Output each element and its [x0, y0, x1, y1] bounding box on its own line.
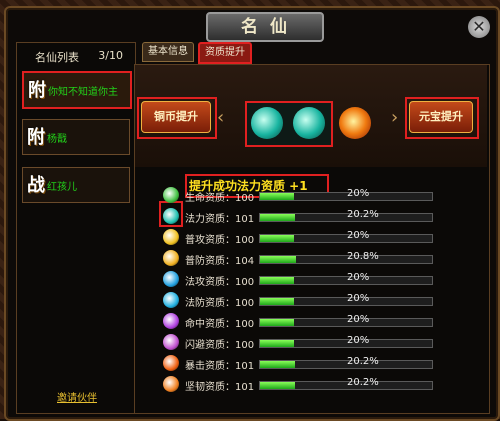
- aptitude-row: 法攻资质：100 20%: [163, 271, 483, 289]
- aptitude-orb-icon: [163, 229, 179, 245]
- aptitude-percent: 20%: [347, 335, 370, 346]
- aptitude-progress-bar: [259, 234, 433, 243]
- aptitude-percent: 20%: [347, 272, 370, 283]
- immortal-list-panel: 名仙列表 3/10 附 你知不知道你主 附 杨戬 战 红孩儿 邀请伙伴: [16, 42, 136, 414]
- aptitude-percent: 20.2%: [347, 209, 379, 220]
- aptitude-orb-icon: [163, 271, 179, 287]
- window-title: 名仙: [206, 12, 324, 42]
- aptitude-progress-fill: [260, 298, 295, 305]
- aptitude-label: 闪避资质：100: [185, 340, 255, 351]
- immortal-name: 杨戬: [47, 134, 67, 145]
- aptitude-percent: 20%: [347, 293, 370, 304]
- aptitude-percent: 20.8%: [347, 251, 379, 262]
- aptitude-row: 法力资质：101 20.2%: [163, 208, 483, 226]
- aptitude-label: 普防资质：104: [185, 256, 255, 267]
- aptitude-progress-fill: [260, 235, 295, 242]
- aptitude-label: 普攻资质：100: [185, 235, 255, 246]
- aptitude-row: 普攻资质：100 20%: [163, 229, 483, 247]
- aptitude-progress-fill: [260, 319, 295, 326]
- tab-aptitude-upgrade[interactable]: 资质提升: [198, 42, 252, 64]
- immortal-window: 名仙 ✕ 名仙列表 3/10 附 你知不知道你主 附 杨戬 战 红孩儿 邀请伙伴…: [4, 6, 500, 421]
- list-item[interactable]: 战 红孩儿: [22, 167, 130, 203]
- aptitude-progress-bar: [259, 318, 433, 327]
- aptitude-progress-bar: [259, 276, 433, 285]
- aptitude-progress-bar: [259, 339, 433, 348]
- list-title: 名仙列表: [35, 51, 79, 64]
- yuanbao-upgrade-button[interactable]: 元宝提升: [409, 101, 473, 133]
- aptitude-progress-fill: [260, 193, 295, 200]
- aptitude-label: 命中资质：100: [185, 319, 255, 330]
- fire-orb-icon[interactable]: [339, 107, 371, 139]
- aptitude-label: 坚韧资质：101: [185, 382, 255, 393]
- aptitude-percent: 20%: [347, 230, 370, 241]
- aptitude-row: 闪避资质：100 20%: [163, 334, 483, 352]
- aptitude-progress-bar: [259, 360, 433, 369]
- aptitude-row: 生命资质：100 20%: [163, 187, 483, 205]
- aptitude-orb-icon: [163, 187, 179, 203]
- aptitude-row: 暴击资质：101 20.2%: [163, 355, 483, 373]
- list-item[interactable]: 附 杨戬: [22, 119, 130, 155]
- list-item[interactable]: 附 你知不知道你主: [22, 71, 132, 109]
- aptitude-orb-icon: [163, 355, 179, 371]
- list-header: 名仙列表 3/10: [23, 49, 129, 67]
- aptitude-progress-bar: [259, 255, 433, 264]
- aptitude-orb-icon: [163, 250, 179, 266]
- aptitude-progress-fill: [260, 256, 296, 263]
- chevron-right-icon: ›: [391, 107, 399, 128]
- aptitude-progress-fill: [260, 340, 295, 347]
- immortal-name: 红孩儿: [47, 182, 77, 193]
- aptitude-progress-bar: [259, 297, 433, 306]
- immortal-name: 你知不知道你主: [48, 87, 118, 98]
- invite-partner-link[interactable]: 邀请伙伴: [57, 389, 97, 404]
- aptitude-orb-icon: [163, 313, 179, 329]
- aptitude-progress-fill: [260, 361, 295, 368]
- aptitude-panel: 铜币提升 ‹ › 元宝提升 提升成功法力资质 +1 生命资质：100 20% 法力资…: [134, 64, 490, 414]
- aptitude-progress-bar: [259, 213, 433, 222]
- aptitude-percent: 20.2%: [347, 377, 379, 388]
- aptitude-orb-icon: [163, 334, 179, 350]
- aptitude-progress-fill: [260, 382, 295, 389]
- aptitude-label: 生命资质：100: [185, 193, 255, 204]
- aptitude-label: 法力资质：101: [185, 214, 255, 225]
- attach-badge-icon: 附: [27, 127, 45, 148]
- aptitude-label: 法攻资质：100: [185, 277, 255, 288]
- aptitude-orb-icon: [163, 292, 179, 308]
- battle-badge-icon: 战: [27, 175, 45, 196]
- aptitude-orb-icon: [163, 208, 179, 224]
- aptitude-row: 普防资质：104 20.8%: [163, 250, 483, 268]
- copper-upgrade-button[interactable]: 铜币提升: [141, 101, 211, 133]
- mana-orb-icon[interactable]: [251, 107, 283, 139]
- mana-orb-icon[interactable]: [293, 107, 325, 139]
- chevron-left-icon: ‹: [217, 107, 225, 128]
- aptitude-percent: 20%: [347, 314, 370, 325]
- aptitude-progress-fill: [260, 214, 295, 221]
- aptitude-row: 坚韧资质：101 20.2%: [163, 376, 483, 394]
- tab-basic-info[interactable]: 基本信息: [142, 42, 194, 62]
- close-icon[interactable]: ✕: [468, 16, 490, 38]
- aptitude-row: 法防资质：100 20%: [163, 292, 483, 310]
- aptitude-percent: 20%: [347, 188, 370, 199]
- aptitude-label: 法防资质：100: [185, 298, 255, 309]
- aptitude-progress-fill: [260, 277, 295, 284]
- aptitude-label: 暴击资质：101: [185, 361, 255, 372]
- aptitude-progress-bar: [259, 381, 433, 390]
- aptitude-progress-bar: [259, 192, 433, 201]
- attach-badge-icon: 附: [28, 80, 46, 101]
- aptitude-percent: 20.2%: [347, 356, 379, 367]
- aptitude-row: 命中资质：100 20%: [163, 313, 483, 331]
- list-count: 3/10: [98, 49, 123, 62]
- aptitude-orb-icon: [163, 376, 179, 392]
